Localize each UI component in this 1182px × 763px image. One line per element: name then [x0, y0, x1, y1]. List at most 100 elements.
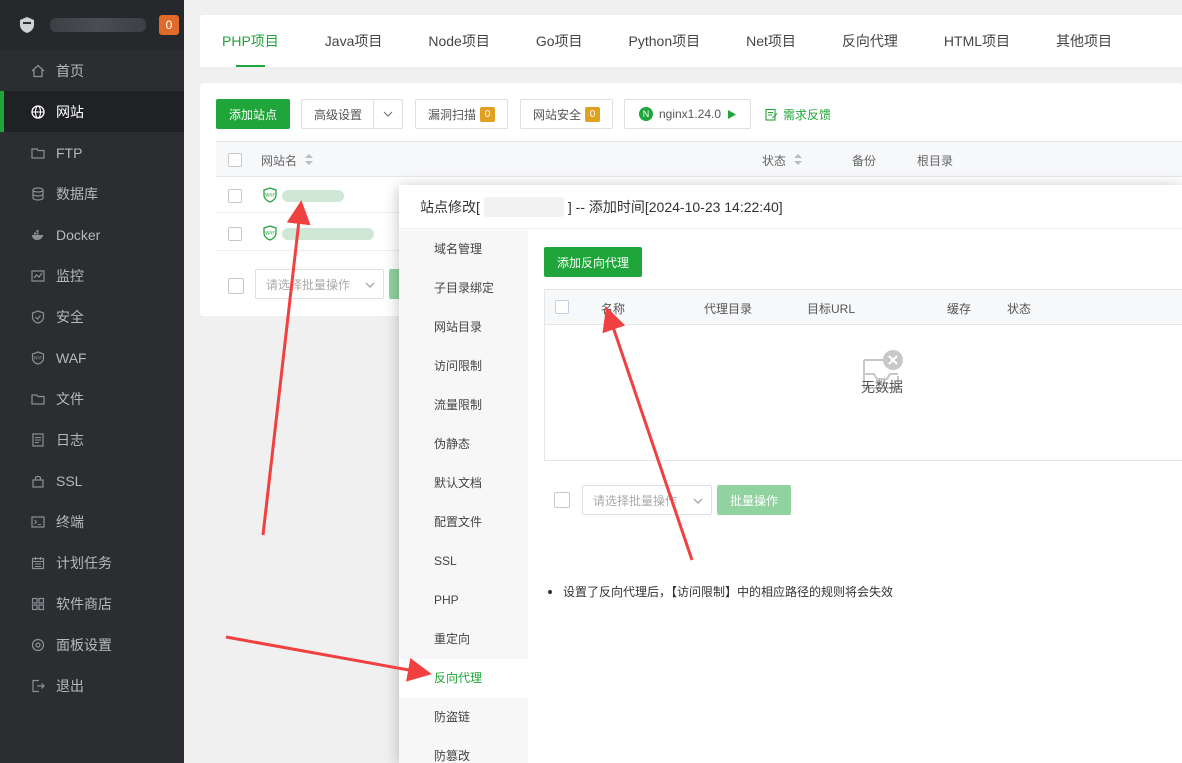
column-site-name[interactable]: 网站名	[261, 152, 297, 169]
sidebar-item-settings[interactable]: 面板设置	[0, 624, 184, 665]
batch-select[interactable]: 请选择批量操作	[255, 269, 384, 299]
site-name-redacted[interactable]	[282, 190, 344, 202]
batch-select-placeholder: 请选择批量操作	[593, 493, 678, 508]
svg-text:WAF: WAF	[34, 355, 43, 360]
tab-reverse-proxy[interactable]: 反向代理	[842, 15, 898, 67]
sidebar-item-website[interactable]: 网站	[0, 91, 184, 132]
advanced-dropdown-button[interactable]	[373, 99, 403, 129]
terminal-icon	[30, 514, 46, 530]
modal-title-prefix: 站点修改[	[420, 198, 480, 215]
tab-other[interactable]: 其他项目	[1056, 15, 1112, 67]
tab-java[interactable]: Java项目	[325, 15, 383, 67]
column-status[interactable]: 状态	[762, 152, 786, 169]
tab-php[interactable]: PHP项目	[222, 15, 279, 67]
batch-select[interactable]: 请选择批量操作	[582, 485, 712, 515]
vuln-scan-label: 漏洞扫描	[427, 107, 476, 122]
play-icon	[728, 109, 737, 119]
tab-net[interactable]: Net项目	[746, 15, 796, 67]
sidebar-item-label: 网站	[56, 103, 84, 120]
sidebar-item-label: 软件商店	[56, 595, 112, 612]
sidebar-item-terminal[interactable]: 终端	[0, 501, 184, 542]
batch-action-button[interactable]: 批量操作	[717, 485, 791, 515]
sidebar: 0 首页 网站 FTP 数据库 Docker 监控 安全 WAF WAF 文件 日…	[0, 0, 184, 763]
nav-rewrite[interactable]: 伪静态	[399, 425, 528, 464]
vuln-scan-button[interactable]: 漏洞扫描 0	[415, 99, 508, 129]
site-name-redacted[interactable]	[282, 228, 374, 240]
sidebar-item-label: 数据库	[56, 185, 98, 202]
tab-html[interactable]: HTML项目	[944, 15, 1010, 67]
svg-text:WAF: WAF	[265, 231, 275, 237]
logo-icon	[20, 17, 34, 33]
batch-checkbox[interactable]	[228, 278, 244, 294]
waf-icon: WAF	[30, 350, 46, 366]
sidebar-item-files[interactable]: 文件	[0, 378, 184, 419]
sidebar-item-docker[interactable]: Docker	[0, 214, 184, 255]
chevron-down-icon	[365, 282, 375, 288]
site-edit-modal: 站点修改[ ] -- 添加时间[2024-10-23 14:22:40] 域名管理…	[399, 185, 1182, 763]
batch-checkbox[interactable]	[554, 492, 570, 508]
proxy-table: 名称 代理目录 目标URL 缓存 状态 无数据	[544, 289, 1182, 461]
add-reverse-proxy-button[interactable]: 添加反向代理	[544, 247, 642, 277]
monitor-icon	[30, 268, 46, 284]
nav-tamper-proof[interactable]: 防篡改	[399, 737, 528, 763]
advanced-settings-button[interactable]: 高级设置	[301, 99, 374, 129]
sidebar-menu: 首页 网站 FTP 数据库 Docker 监控 安全 WAF WAF 文件 日志 …	[0, 50, 184, 706]
nav-traffic-limit[interactable]: 流量限制	[399, 386, 528, 425]
sidebar-item-store[interactable]: 软件商店	[0, 583, 184, 624]
add-site-button[interactable]: 添加站点	[216, 99, 290, 129]
logout-icon	[30, 678, 46, 694]
nav-domain[interactable]: 域名管理	[399, 230, 528, 269]
nav-subdir[interactable]: 子目录绑定	[399, 269, 528, 308]
home-icon	[30, 63, 46, 79]
nginx-version-button[interactable]: Nnginx1.24.0	[624, 99, 751, 129]
nav-access-limit[interactable]: 访问限制	[399, 347, 528, 386]
globe-icon	[30, 104, 46, 120]
tab-python[interactable]: Python项目	[629, 15, 701, 67]
sidebar-item-monitor[interactable]: 监控	[0, 255, 184, 296]
sidebar-item-cron[interactable]: 计划任务	[0, 542, 184, 583]
select-all-checkbox[interactable]	[228, 153, 242, 167]
waf-shield-icon: WAF	[263, 187, 277, 203]
database-icon	[30, 186, 46, 202]
sidebar-item-label: SSL	[56, 472, 83, 489]
sidebar-item-label: 安全	[56, 308, 84, 325]
waf-shield-icon: WAF	[263, 225, 277, 241]
tab-go[interactable]: Go项目	[536, 15, 583, 67]
row-checkbox[interactable]	[228, 189, 242, 203]
sidebar-item-logout[interactable]: 退出	[0, 665, 184, 706]
notification-badge[interactable]: 0	[159, 15, 179, 35]
sidebar-item-security[interactable]: 安全	[0, 296, 184, 337]
sidebar-header: 0	[0, 0, 184, 50]
column-target-url: 目标URL	[807, 302, 856, 316]
sidebar-item-ssl[interactable]: SSL	[0, 460, 184, 501]
sidebar-item-ftp[interactable]: FTP	[0, 132, 184, 173]
feedback-link[interactable]: 需求反馈	[765, 106, 831, 123]
modal-title-suffix: ] -- 添加时间[2024-10-23 14:22:40]	[567, 198, 783, 215]
nav-site-dir[interactable]: 网站目录	[399, 308, 528, 347]
row-checkbox[interactable]	[228, 227, 242, 241]
sidebar-item-label: 首页	[56, 62, 84, 79]
sidebar-item-label: 监控	[56, 267, 84, 284]
sort-icon[interactable]	[794, 154, 802, 165]
nav-redirect[interactable]: 重定向	[399, 620, 528, 659]
shield-icon	[30, 309, 46, 325]
nav-ssl[interactable]: SSL	[399, 542, 528, 581]
sidebar-item-home[interactable]: 首页	[0, 50, 184, 91]
nav-hotlink[interactable]: 防盗链	[399, 698, 528, 737]
sidebar-item-database[interactable]: 数据库	[0, 173, 184, 214]
sidebar-item-logs[interactable]: 日志	[0, 419, 184, 460]
sidebar-item-waf[interactable]: WAF WAF	[0, 337, 184, 378]
tab-node[interactable]: Node项目	[428, 15, 489, 67]
select-all-checkbox[interactable]	[555, 300, 569, 314]
site-security-button[interactable]: 网站安全 0	[520, 99, 613, 129]
nav-default-doc[interactable]: 默认文档	[399, 464, 528, 503]
arrow-to-reverse-proxy-nav	[225, 635, 432, 682]
docker-icon	[30, 227, 46, 243]
nav-reverse-proxy[interactable]: 反向代理	[399, 659, 528, 698]
nav-php[interactable]: PHP	[399, 581, 528, 620]
modal-title: 站点修改[ ] -- 添加时间[2024-10-23 14:22:40]	[399, 185, 1182, 229]
nav-config-file[interactable]: 配置文件	[399, 503, 528, 542]
settings-icon	[30, 637, 46, 653]
nginx-icon: N	[638, 107, 653, 121]
sort-icon[interactable]	[305, 154, 313, 165]
